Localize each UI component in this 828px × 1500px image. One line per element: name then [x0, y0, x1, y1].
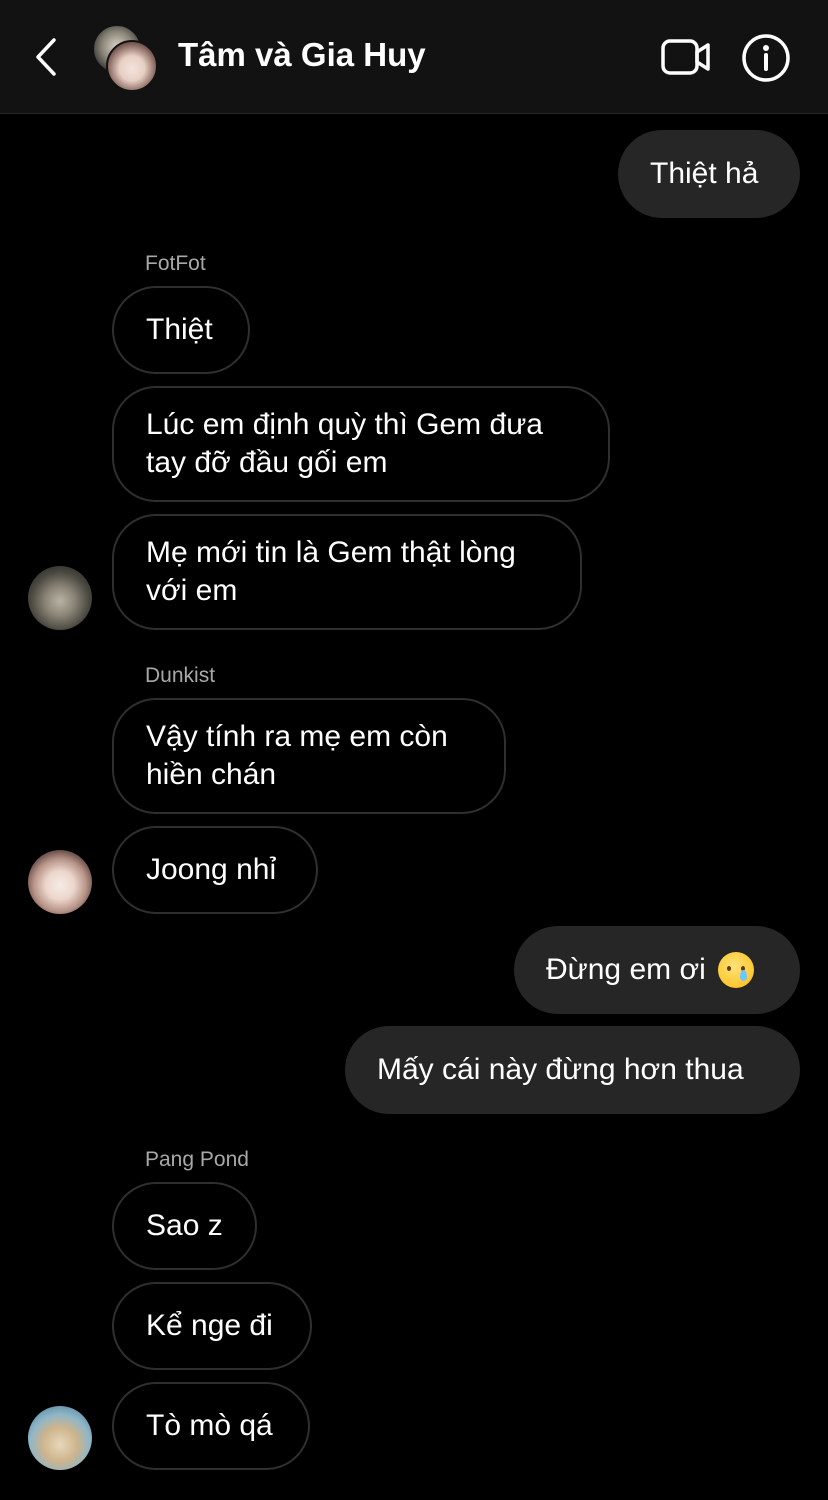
sender-avatar[interactable] [28, 850, 92, 914]
message-text-line: Vậy tính ra mẹ em còn [146, 720, 448, 753]
sender-avatar[interactable] [28, 566, 92, 630]
chat-header: Tâm và Gia Huy [0, 0, 828, 114]
message-text-line: hiền chán [146, 758, 277, 791]
group-avatar[interactable] [92, 24, 160, 92]
incoming-message[interactable]: Mẹ mới tin là Gem thật lòng với em [112, 514, 582, 630]
sender-name: FotFot [145, 252, 206, 275]
sender-name: Pang Pond [145, 1148, 249, 1171]
outgoing-message[interactable]: Đừng em ơi [514, 926, 800, 1014]
info-circle-icon [742, 34, 790, 82]
message-text-line: Mẹ mới tin là Gem thật lòng [146, 536, 516, 569]
message-text: Đừng em ơi [546, 953, 706, 986]
chevron-left-icon [36, 38, 56, 76]
message-text: Mấy cái này đừng hơn thua [377, 1053, 744, 1086]
message-text: Thiệt [146, 313, 213, 346]
video-camera-icon [661, 39, 710, 75]
message-text: Thiệt hả [650, 157, 759, 190]
info-button[interactable] [740, 32, 792, 84]
crying-face-emoji-icon [717, 952, 754, 988]
sender-name: Dunkist [145, 664, 216, 687]
incoming-message[interactable]: Tò mò qá [112, 1382, 310, 1470]
message-text: Tò mò qá [146, 1409, 273, 1442]
incoming-message[interactable]: Sao z [112, 1182, 257, 1270]
incoming-message[interactable]: Lúc em định quỳ thì Gem đưa tay đỡ đầu g… [112, 386, 610, 502]
message-text: Kể nge đi [146, 1309, 273, 1342]
member-avatar-2 [106, 40, 158, 92]
outgoing-message[interactable]: Mấy cái này đừng hơn thua [345, 1026, 800, 1114]
incoming-message[interactable]: Kể nge đi [112, 1282, 312, 1370]
message-text: Joong nhỉ [146, 853, 277, 886]
chat-title[interactable]: Tâm và Gia Huy [178, 36, 426, 74]
message-text-line: với em [146, 574, 238, 607]
message-text-line: tay đỡ đầu gối em [146, 446, 388, 479]
incoming-message[interactable]: Vậy tính ra mẹ em còn hiền chán [112, 698, 506, 814]
video-call-button[interactable] [658, 34, 714, 80]
message-text-line: Lúc em định quỳ thì Gem đưa [146, 408, 543, 441]
incoming-message[interactable]: Thiệt [112, 286, 250, 374]
incoming-message[interactable]: Joong nhỉ [112, 826, 318, 914]
message-text: Sao z [146, 1209, 223, 1242]
back-button[interactable] [22, 30, 70, 84]
sender-avatar[interactable] [28, 1406, 92, 1470]
outgoing-message[interactable]: Thiệt hả [618, 130, 800, 218]
